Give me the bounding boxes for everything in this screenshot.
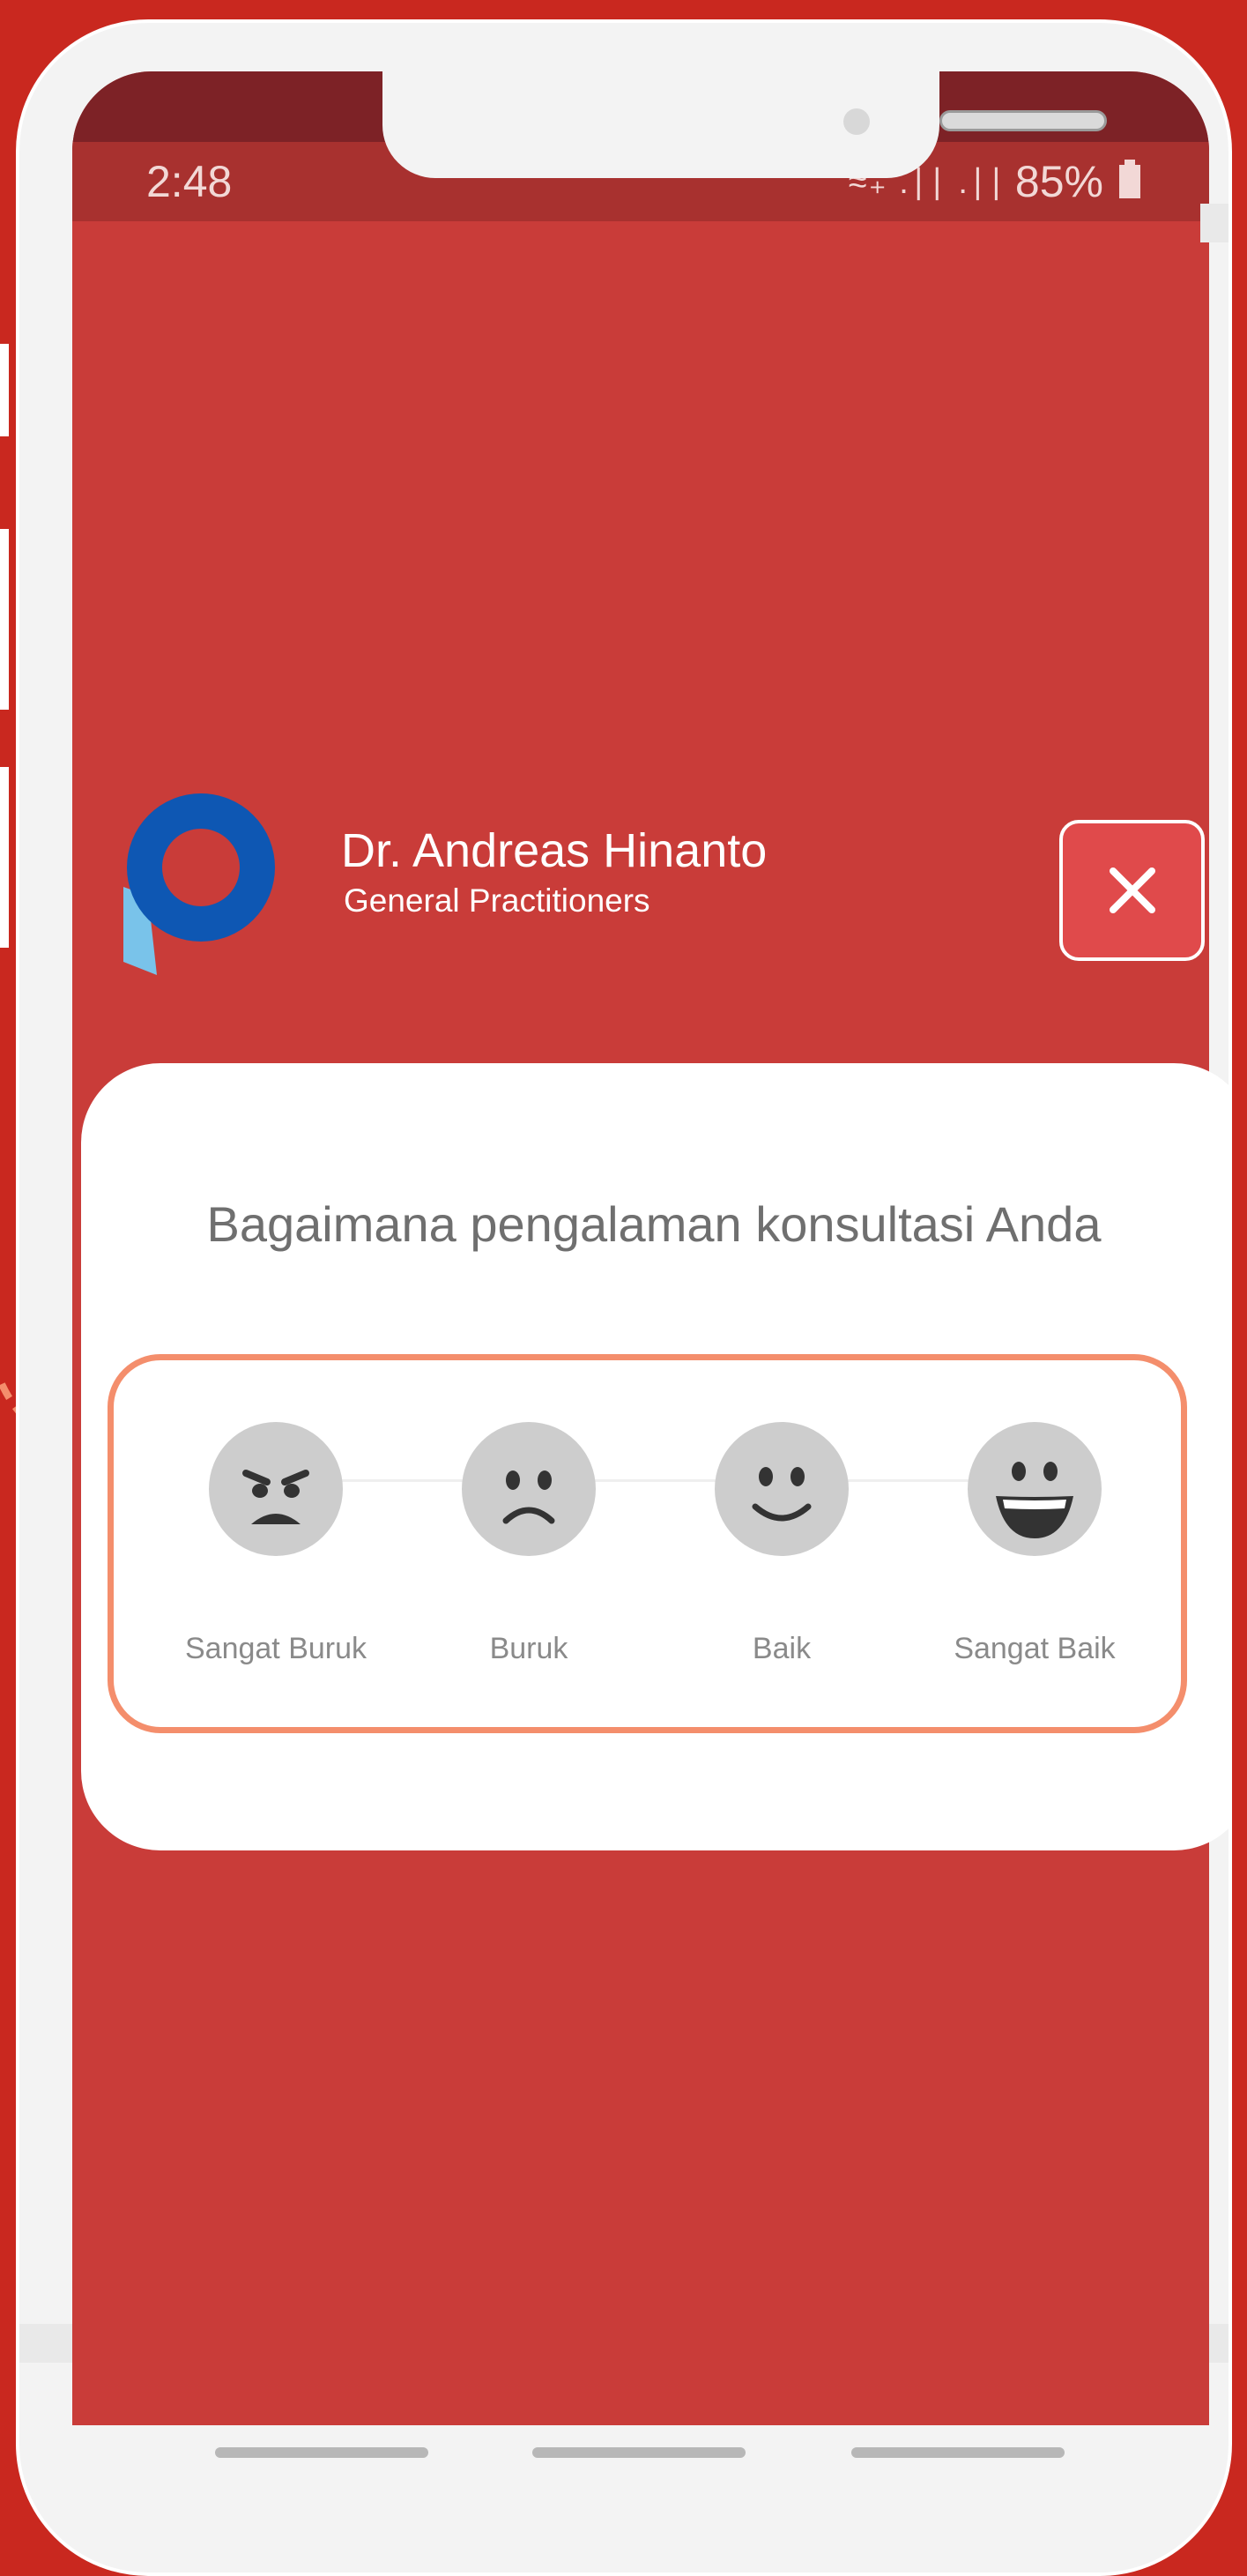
screen-edge-bottom — [19, 2324, 72, 2363]
rating-label: Sangat Buruk — [184, 1632, 367, 1665]
screen-edge-bottom — [1209, 2324, 1228, 2363]
status-time: 2:48 — [146, 157, 233, 206]
speaker-grille — [939, 110, 1107, 131]
battery-icon — [1119, 160, 1140, 198]
nav-button-right[interactable] — [851, 2447, 1065, 2458]
phone-frame: 2:48 ≈₊ .∣∣ .∣∣ 85% Dr. Andreas Hinanto … — [16, 19, 1232, 2576]
rating-option-baik[interactable]: Baik — [667, 1422, 896, 1666]
decorative-bar — [0, 344, 9, 436]
close-icon — [1109, 867, 1155, 913]
app-logo — [123, 793, 275, 975]
screen-edge-top — [1200, 204, 1228, 242]
rating-label: Sangat Baik — [954, 1632, 1116, 1665]
angry-face-icon — [209, 1422, 343, 1556]
phone-notch — [382, 23, 1107, 178]
battery-percent: 85% — [1014, 157, 1103, 206]
close-button[interactable] — [1059, 820, 1205, 961]
sad-face-icon — [462, 1422, 596, 1556]
decorative-bar — [0, 529, 9, 710]
rating-question: Bagaimana pengalaman konsultasi Anda — [206, 1196, 1102, 1252]
grin-face-icon — [968, 1422, 1102, 1556]
nav-bar — [72, 2425, 1209, 2505]
camera-icon — [843, 108, 870, 135]
nav-button-left[interactable] — [215, 2447, 428, 2458]
rating-card: Bagaimana pengalaman konsultasi Anda San… — [81, 1063, 1228, 1850]
rating-label: Buruk — [489, 1632, 568, 1665]
nav-button-center[interactable] — [532, 2447, 746, 2458]
smile-face-icon — [715, 1422, 849, 1556]
rating-options: Sangat Buruk Buruk Baik Sangat Baik — [108, 1354, 1187, 1733]
doctor-header: Dr. Andreas Hinanto General Practitioner… — [72, 790, 1209, 984]
rating-label: Baik — [752, 1632, 812, 1665]
rating-option-sangat-baik[interactable]: Sangat Baik — [920, 1422, 1149, 1666]
rating-option-sangat-buruk[interactable]: Sangat Buruk — [161, 1422, 390, 1666]
doctor-specialty: General Practitioners — [344, 882, 650, 919]
rating-option-buruk[interactable]: Buruk — [414, 1422, 643, 1666]
doctor-name: Dr. Andreas Hinanto — [341, 824, 768, 877]
decorative-bar — [0, 767, 9, 948]
